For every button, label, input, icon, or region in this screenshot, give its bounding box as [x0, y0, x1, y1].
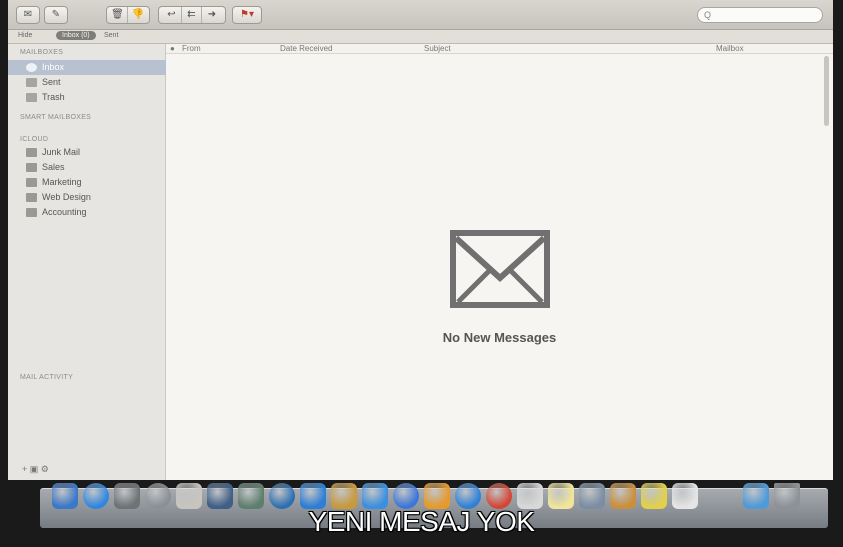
- sidebar-item-sent[interactable]: Sent: [8, 75, 166, 90]
- favorite-sent-button[interactable]: Sent: [104, 32, 118, 39]
- sidebar-item-trash[interactable]: Trash: [8, 90, 166, 105]
- sent-icon: [26, 78, 37, 87]
- sidebar-item-inbox[interactable]: Inbox: [8, 60, 166, 75]
- sidebar-item-label: Sent: [42, 77, 61, 87]
- get-mail-button[interactable]: ✉: [16, 6, 40, 24]
- mail-activity-header: MAIL ACTIVITY: [20, 374, 74, 381]
- scrollbar[interactable]: [824, 56, 829, 126]
- sidebar-item-label: Marketing: [42, 177, 82, 187]
- mailboxes-header: MAILBOXES: [20, 49, 64, 56]
- mail-window: ✉ ✎ 🗑 👎 ↩ ⇇ ➜ ⚑▾ Q Hide Inbox (0) Sent MAIL…: [8, 0, 833, 480]
- message-list: No New Messages: [166, 54, 833, 480]
- unread-column[interactable]: ●: [170, 44, 175, 53]
- sidebar-item-accounting[interactable]: Accounting: [8, 205, 166, 220]
- toolbar: ✉ ✎ 🗑 👎 ↩ ⇇ ➜ ⚑▾ Q: [8, 0, 833, 30]
- sidebar-item-label: Web Design: [42, 192, 91, 202]
- sidebar-item-label: Sales: [42, 162, 65, 172]
- hide-button[interactable]: Hide: [18, 32, 32, 39]
- trash-icon: [26, 93, 37, 102]
- folder-icon: [26, 208, 37, 217]
- favorite-inbox-button[interactable]: Inbox (0): [56, 31, 96, 40]
- folder-icon: [26, 163, 37, 172]
- mailbox-column[interactable]: Mailbox: [716, 44, 744, 53]
- sidebar-item-web-design[interactable]: Web Design: [8, 190, 166, 205]
- flag-button[interactable]: ⚑▾: [232, 6, 262, 24]
- subject-column[interactable]: Subject: [424, 44, 451, 53]
- sidebar-bottom-controls[interactable]: + ▣ ⚙: [22, 464, 49, 475]
- screen: ✉ ✎ 🗑 👎 ↩ ⇇ ➜ ⚑▾ Q Hide Inbox (0) Sent MAIL…: [0, 0, 843, 547]
- folder-icon: [26, 193, 37, 202]
- icloud-header: ICLOUD: [20, 136, 49, 143]
- caption-text: YENI MESAJ YOK: [308, 506, 535, 537]
- date-column[interactable]: Date Received: [280, 44, 332, 53]
- reply-button[interactable]: ↩: [162, 7, 182, 23]
- envelope-icon: [450, 230, 550, 308]
- no-messages-text: No New Messages: [442, 330, 557, 345]
- folder-icon: [26, 148, 37, 157]
- message-list-header: ● From Date Received Subject Mailbox: [166, 44, 833, 54]
- delete-junk-group: 🗑 👎: [106, 6, 150, 24]
- inbox-icon: [26, 63, 37, 72]
- compose-button[interactable]: ✎: [44, 6, 68, 24]
- sidebar-item-label: Trash: [42, 92, 65, 102]
- favorites-bar: Hide Inbox (0) Sent: [8, 30, 833, 44]
- sidebar-item-sales[interactable]: Sales: [8, 160, 166, 175]
- smart-mailboxes-header: SMART MAILBOXES: [20, 114, 92, 121]
- delete-button[interactable]: 🗑: [108, 7, 128, 23]
- sidebar-item-marketing[interactable]: Marketing: [8, 175, 166, 190]
- search-input[interactable]: Q: [697, 7, 823, 23]
- reply-all-button[interactable]: ⇇: [182, 7, 202, 23]
- sidebar-item-label: Inbox: [42, 62, 65, 72]
- from-column[interactable]: From: [182, 44, 201, 53]
- sidebar-item-label: Accounting: [42, 207, 87, 217]
- junk-button[interactable]: 👎: [128, 7, 148, 23]
- folder-icon: [26, 178, 37, 187]
- sidebar-item-junk-mail[interactable]: Junk Mail: [8, 145, 166, 160]
- sidebar-item-label: Junk Mail: [42, 147, 81, 157]
- reply-group: ↩ ⇇ ➜: [158, 6, 226, 24]
- sidebar: MAILBOXES Inbox Sent Trash SMART MAILBOX…: [8, 44, 166, 480]
- forward-button[interactable]: ➜: [202, 7, 222, 23]
